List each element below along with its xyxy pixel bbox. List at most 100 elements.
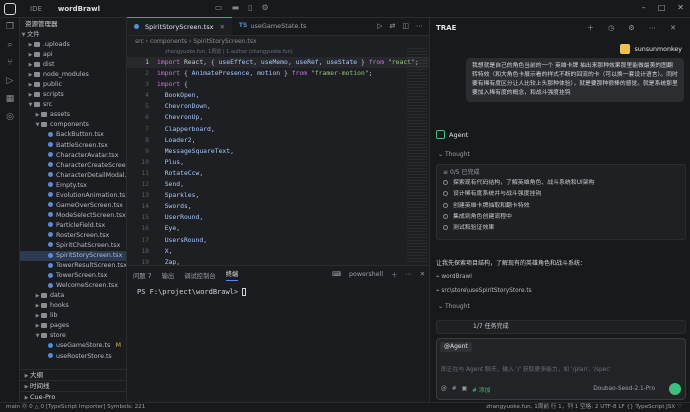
source-control-icon[interactable]: ⑂: [0, 54, 20, 72]
status-right[interactable]: zhangyuoke.fun, 1周前 行 1，列 1 空格: 2 UTF-8 …: [486, 403, 682, 412]
tree-item[interactable]: useRosterStore.ts: [20, 352, 126, 362]
run-debug-icon[interactable]: ▷: [0, 72, 20, 90]
model-selector[interactable]: Doubao-Seed-2.1-Pro: [593, 383, 655, 395]
toggle-panel-icon[interactable]: ▬: [232, 3, 240, 12]
code-view[interactable]: 💡 1import React, { useEffect, useMemo, u…: [127, 57, 429, 279]
code-line[interactable]: 1 import React, { useEffect, useMemo, use…: [127, 57, 429, 69]
tree-item[interactable]: BackButton.tsx: [20, 130, 126, 140]
code-line[interactable]: 11 RotateCcw,: [127, 168, 429, 179]
gear-icon[interactable]: ⚙: [262, 3, 269, 12]
tree-item[interactable]: ▶ .uploads: [20, 40, 126, 50]
panel-tab[interactable]: 输出: [162, 271, 175, 280]
tree-item[interactable]: ▶ assets: [20, 110, 126, 120]
split-editor-icon[interactable]: ◫: [402, 22, 409, 30]
agent-tag[interactable]: @Agent: [440, 342, 472, 352]
send-button[interactable]: [669, 383, 681, 395]
add-terminal-icon[interactable]: ＋: [391, 270, 397, 279]
status-left[interactable]: main ⓪ 0 △ 0 [TypeScript Importer] Symbo…: [6, 403, 145, 412]
tree-item[interactable]: CharacterCreateScreen.tsx: [20, 161, 126, 171]
outline-section[interactable]: ▶ 大纲: [20, 369, 126, 380]
tree-item[interactable]: TowerScreen.tsx: [20, 271, 126, 281]
tree-item[interactable]: TowerResultScreen.tsx: [20, 261, 126, 271]
task-progress[interactable]: 1/7 任务完成: [436, 320, 686, 334]
extensions-icon[interactable]: ▦: [0, 90, 20, 108]
more-icon[interactable]: ⋯: [405, 271, 411, 278]
search-icon[interactable]: ⌕: [0, 36, 20, 54]
at-icon[interactable]: @: [441, 386, 447, 392]
tab-spirit-story[interactable]: SpiritStoryScreen.tsx ✕: [127, 17, 232, 35]
chat-input-placeholder[interactable]: 即正在与 Agent 聊天，输入 '/' 获取更多能力，如 '/plan', '…: [441, 364, 611, 373]
breadcrumb[interactable]: src › components › SpiritStoryScreen.tsx: [127, 36, 429, 48]
tree-item[interactable]: EvolutionAnimation.tsx: [20, 191, 126, 201]
close-icon[interactable]: ✕: [420, 271, 425, 278]
tree-item[interactable]: ▶ data: [20, 291, 126, 301]
tab-use-game-state[interactable]: TS useGameState.ts: [232, 17, 313, 35]
tree-item[interactable]: ▶ dist: [20, 60, 126, 70]
compare-icon[interactable]: ⇄: [390, 22, 396, 30]
tree-item[interactable]: ▶ scripts: [20, 90, 126, 100]
thought-toggle-2[interactable]: ⌄ Thought: [438, 303, 470, 310]
tree-item[interactable]: ▶ lib: [20, 311, 126, 321]
code-line[interactable]: 13 Sparkles,: [127, 190, 429, 201]
tree-item[interactable]: ModeSelectScreen.tsx: [20, 211, 126, 221]
thought-toggle[interactable]: ⌄ Thought: [438, 151, 470, 158]
panel-tab[interactable]: 调试控制台: [184, 271, 215, 280]
close-icon[interactable]: ✕: [219, 18, 224, 36]
panel-tab[interactable]: 问题 7: [133, 271, 152, 280]
code-line[interactable]: 8 Loader2,: [127, 135, 429, 146]
panel-tab[interactable]: 终端: [225, 269, 239, 281]
code-line[interactable]: 18 X,: [127, 246, 429, 257]
reference-folder[interactable]: ⌁ wordBrawl: [436, 274, 472, 280]
tree-item[interactable]: useGameStore.ts M: [20, 341, 126, 351]
tree-item[interactable]: ▼ src: [20, 100, 126, 110]
code-line[interactable]: 16 Eye,: [127, 223, 429, 234]
add-tag[interactable]: # 添加: [472, 385, 490, 394]
tree-root[interactable]: ▼ 文件: [20, 30, 126, 40]
tree-item[interactable]: ▶ node_modules: [20, 70, 126, 80]
tree-item[interactable]: ▶ public: [20, 80, 126, 90]
toggle-aux-icon[interactable]: ▯: [248, 3, 252, 12]
more-icon[interactable]: ⋯: [416, 22, 423, 30]
tree-item[interactable]: ▶ api: [20, 50, 126, 60]
code-line[interactable]: 10 Plus,: [127, 157, 429, 168]
code-line[interactable]: 5 ChevronDown,: [127, 101, 429, 112]
minimize-icon[interactable]: –: [642, 3, 646, 12]
reference-file[interactable]: ⌁ src\store\useSpiritStoryStore.ts: [436, 288, 532, 294]
code-line[interactable]: 15 UserRound,: [127, 212, 429, 223]
image-icon[interactable]: ▣: [462, 386, 467, 392]
code-line[interactable]: 14 Swords,: [127, 201, 429, 212]
code-line[interactable]: 17 UsersRound,: [127, 235, 429, 246]
timeline-section[interactable]: ▶ 时间线: [20, 380, 126, 391]
tree-item[interactable]: Empty.tsx: [20, 181, 126, 191]
tree-item[interactable]: WelcomeScreen.tsx: [20, 281, 126, 291]
tree-item[interactable]: SpiritChatScreen.tsx: [20, 241, 126, 251]
code-line[interactable]: 4 BookOpen,: [127, 90, 429, 101]
toggle-sidebar-icon[interactable]: ▭: [215, 3, 223, 12]
tree-item[interactable]: CharacterDetailModal.tsx: [20, 171, 126, 181]
code-line[interactable]: 7 Clapperboard,: [127, 124, 429, 135]
code-line[interactable]: 6 ChevronUp,: [127, 112, 429, 123]
tree-item[interactable]: GameOverScreen.tsx: [20, 201, 126, 211]
code-line[interactable]: 9 MessageSquareText,: [127, 146, 429, 157]
terminal[interactable]: PS F:\project\wordBrawl>: [127, 284, 429, 300]
remote-icon[interactable]: ◎: [0, 108, 20, 126]
run-icon[interactable]: ▷: [377, 22, 382, 30]
task-header[interactable]: ≡ 0/5 已完成: [443, 168, 679, 178]
minimap[interactable]: [407, 48, 427, 263]
tree-item[interactable]: ParticleField.tsx: [20, 221, 126, 231]
explorer-icon[interactable]: ❐: [0, 18, 20, 36]
tree-item[interactable]: ▼ components: [20, 120, 126, 130]
code-line[interactable]: 3 import {: [127, 79, 429, 90]
tree-item[interactable]: RosterScreen.tsx: [20, 231, 126, 241]
panel-header-icons[interactable]: ＋ ◷ ⚙ ⋯ ✕: [587, 18, 682, 38]
chat-input-box[interactable]: @Agent 即正在与 Agent 聊天，输入 '/' 获取更多能力，如 '/p…: [436, 338, 686, 400]
close-icon[interactable]: ✕: [677, 3, 684, 12]
cue-section[interactable]: ▶ Cue-Pro: [20, 391, 126, 402]
tree-item[interactable]: ▼ store: [20, 331, 126, 341]
project-name[interactable]: wordBrawl: [58, 5, 100, 13]
code-line[interactable]: 2 import { AnimatePresence, motion } from…: [127, 68, 429, 79]
code-line[interactable]: 12 Send,: [127, 179, 429, 190]
tree-item[interactable]: BattleScreen.tsx: [20, 141, 126, 151]
tree-item[interactable]: SpiritStoryScreen.tsx: [20, 251, 126, 262]
tree-item[interactable]: CharacterAvatar.tsx: [20, 151, 126, 161]
